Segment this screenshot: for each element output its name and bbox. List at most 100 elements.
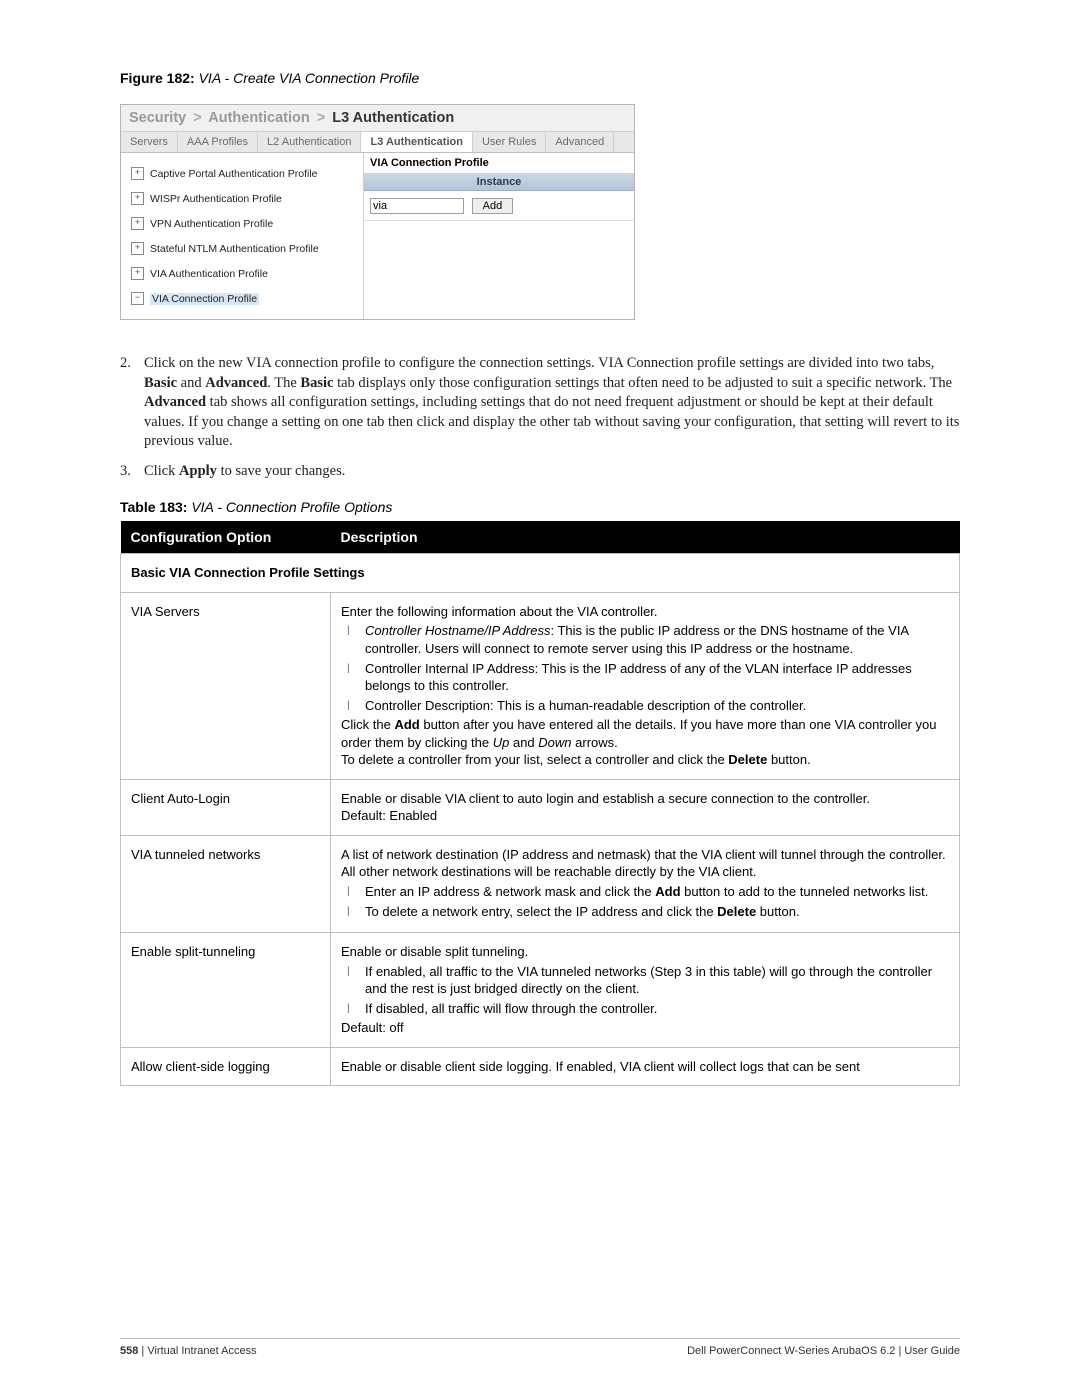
figure-label: Figure 182: xyxy=(120,70,195,86)
option-description: Enable or disable split tunneling. lIf e… xyxy=(331,933,960,1048)
breadcrumb-l3-authentication: L3 Authentication xyxy=(332,110,454,126)
profile-panel: VIA Connection Profile Instance Add xyxy=(363,153,634,319)
text: tab shows all configuration settings, in… xyxy=(144,394,959,449)
option-description: Enable or disable client side logging. I… xyxy=(331,1047,960,1086)
option-name: VIA tunneled networks xyxy=(121,835,331,932)
table-row: VIA tunneled networks A list of network … xyxy=(121,835,960,932)
tree-item[interactable]: + VIA Authentication Profile xyxy=(131,261,357,286)
instance-row: Add xyxy=(364,191,634,221)
text-italic: Up xyxy=(493,735,510,750)
breadcrumb-security[interactable]: Security xyxy=(129,110,186,126)
text: Click the xyxy=(341,717,394,732)
text-bold: Basic xyxy=(300,375,333,391)
table-row: Enable split-tunneling Enable or disable… xyxy=(121,933,960,1048)
expand-icon[interactable]: + xyxy=(131,192,144,205)
tree-item[interactable]: +WISPr Authentication Profile xyxy=(131,186,357,211)
option-name: Enable split-tunneling xyxy=(121,933,331,1048)
profile-tree: +Captive Portal Authentication Profile +… xyxy=(121,153,363,319)
breadcrumb-authentication[interactable]: Authentication xyxy=(208,110,310,126)
footer-sep: | xyxy=(138,1345,147,1357)
option-description: Enable or disable VIA client to auto log… xyxy=(331,779,960,835)
text: If enabled, all traffic to the VIA tunne… xyxy=(365,963,949,998)
text-italic: Down xyxy=(538,735,571,750)
expand-icon[interactable]: + xyxy=(131,267,144,280)
bullet: lIf enabled, all traffic to the VIA tunn… xyxy=(347,963,949,998)
bullet-icon: l xyxy=(347,622,365,657)
text: tab displays only those configuration se… xyxy=(333,375,952,391)
text: button. xyxy=(756,904,799,919)
text: Default: off xyxy=(341,1019,949,1037)
step-2: 2. Click on the new VIA connection profi… xyxy=(120,354,960,452)
section-heading: Basic VIA Connection Profile Settings xyxy=(121,554,960,593)
embedded-screenshot: Security > Authentication > L3 Authentic… xyxy=(120,104,635,320)
tab-servers[interactable]: Servers xyxy=(121,132,178,152)
text-bold: Apply xyxy=(179,463,217,479)
option-name: Allow client-side logging xyxy=(121,1047,331,1086)
bullet-icon: l xyxy=(347,963,365,998)
bullet-icon: l xyxy=(347,903,365,921)
tab-l2-authentication[interactable]: L2 Authentication xyxy=(258,132,361,152)
text: Enable or disable split tunneling. xyxy=(341,943,949,961)
tree-item[interactable]: +Stateful NTLM Authentication Profile xyxy=(131,236,357,261)
tab-l3-authentication[interactable]: L3 Authentication xyxy=(361,132,472,152)
step-text: Click Apply to save your changes. xyxy=(144,462,960,482)
text-bold: Advanced xyxy=(144,394,206,410)
figure-caption: Figure 182: VIA - Create VIA Connection … xyxy=(120,70,960,86)
bullet: lEnter an IP address & network mask and … xyxy=(347,883,949,901)
add-button[interactable]: Add xyxy=(472,198,514,214)
text: If disabled, all traffic will flow throu… xyxy=(365,1000,949,1018)
expand-icon[interactable]: + xyxy=(131,167,144,180)
text-italic: Controller Hostname/IP Address xyxy=(365,623,550,638)
text: Click the Add button after you have ente… xyxy=(341,716,949,751)
instance-header: Instance xyxy=(364,174,634,191)
text: button to add to the tunneled networks l… xyxy=(681,884,929,899)
table-title: VIA - Connection Profile Options xyxy=(191,499,392,515)
text-bold: Advanced xyxy=(205,375,267,391)
tab-aaa-profiles[interactable]: AAA Profiles xyxy=(178,132,258,152)
tree-item[interactable]: +VPN Authentication Profile xyxy=(131,211,357,236)
collapse-icon[interactable]: − xyxy=(131,292,144,305)
col-header-description: Description xyxy=(331,521,960,554)
step-3: 3. Click Apply to save your changes. xyxy=(120,462,960,482)
text: To delete a controller from your list, s… xyxy=(341,751,949,769)
col-header-option: Configuration Option xyxy=(121,521,331,554)
tree-item-selected[interactable]: −VIA Connection Profile xyxy=(131,286,357,311)
text: and xyxy=(509,735,538,750)
text: button. xyxy=(767,752,810,767)
table-section-row: Basic VIA Connection Profile Settings xyxy=(121,554,960,593)
expand-icon[interactable]: + xyxy=(131,217,144,230)
table-row: VIA Servers Enter the following informat… xyxy=(121,592,960,779)
text: to save your changes. xyxy=(217,463,345,479)
options-table: Configuration Option Description Basic V… xyxy=(120,521,960,1086)
bullet: lController Description: This is a human… xyxy=(347,697,949,715)
table-row: Allow client-side logging Enable or disa… xyxy=(121,1047,960,1086)
breadcrumb: Security > Authentication > L3 Authentic… xyxy=(121,105,634,131)
text: Default: Enabled xyxy=(341,807,949,825)
profile-panel-title: VIA Connection Profile xyxy=(364,153,634,174)
text-bold: Add xyxy=(655,884,680,899)
bullet: lTo delete a network entry, select the I… xyxy=(347,903,949,921)
tree-item-label: VIA Connection Profile xyxy=(150,293,259,305)
option-name: VIA Servers xyxy=(121,592,331,779)
page-number: 558 xyxy=(120,1345,138,1357)
bullet-icon: l xyxy=(347,697,365,715)
text-bold: Delete xyxy=(717,904,756,919)
table-label: Table 183: xyxy=(120,499,187,515)
tab-advanced[interactable]: Advanced xyxy=(546,132,614,152)
bullet: lController Internal IP Address: This is… xyxy=(347,660,949,695)
tab-user-rules[interactable]: User Rules xyxy=(473,132,546,152)
text: Click on the new VIA connection profile … xyxy=(144,355,934,371)
text: Enter the following information about th… xyxy=(341,603,949,621)
text: Controller Description: This is a human-… xyxy=(365,697,949,715)
text: Enter an IP address & network mask and c… xyxy=(365,884,655,899)
text: button after you have entered all the de… xyxy=(341,717,936,750)
tree-item[interactable]: +Captive Portal Authentication Profile xyxy=(131,161,357,186)
text-bold: Basic xyxy=(144,375,177,391)
text: To delete a network entry, select the IP… xyxy=(365,904,717,919)
expand-icon[interactable]: + xyxy=(131,242,144,255)
instance-name-input[interactable] xyxy=(370,198,464,214)
text: . The xyxy=(267,375,300,391)
tree-item-label: VIA Authentication Profile xyxy=(150,268,268,280)
option-description: A list of network destination (IP addres… xyxy=(331,835,960,932)
text: and xyxy=(177,375,205,391)
